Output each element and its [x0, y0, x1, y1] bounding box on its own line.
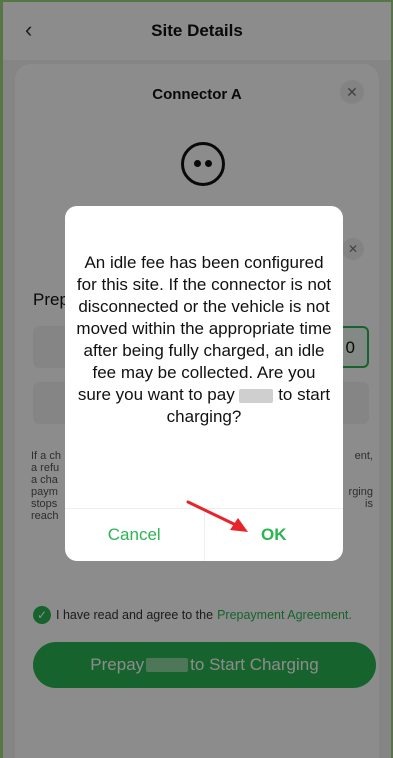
- dialog-message: An idle fee has been configured for this…: [76, 253, 332, 426]
- redacted-amount: [239, 388, 274, 403]
- annotation-arrow-icon: [186, 500, 248, 532]
